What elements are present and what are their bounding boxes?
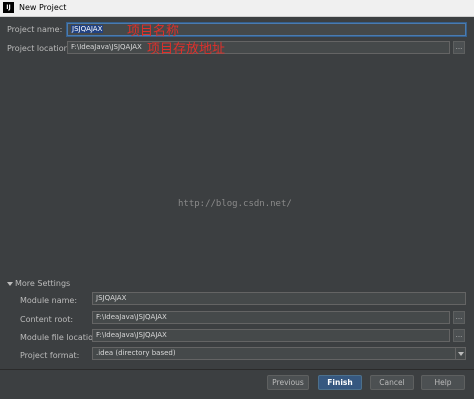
module-file-location-value: F:\IdeaJava\JSJQAJAX xyxy=(96,331,167,339)
project-name-label: Project name: xyxy=(7,25,63,34)
content-root-value: F:\IdeaJava\JSJQAJAX xyxy=(96,313,167,321)
dropdown-arrow-icon[interactable] xyxy=(455,347,466,360)
more-settings-toggle[interactable]: More Settings xyxy=(7,279,70,288)
module-file-location-input[interactable]: F:\IdeaJava\JSJQAJAX xyxy=(92,329,450,342)
intellij-icon: IJ xyxy=(3,2,14,13)
module-file-location-browse-button[interactable]: ... xyxy=(453,329,465,342)
module-name-label: Module name: xyxy=(20,296,78,305)
module-name-value: JSJQAJAX xyxy=(96,294,127,302)
project-format-value: .idea (directory based) xyxy=(96,349,176,357)
content-root-browse-button[interactable]: ... xyxy=(453,311,465,324)
finish-button[interactable]: Finish xyxy=(318,375,362,390)
title-bar: IJ New Project xyxy=(0,0,474,17)
project-location-browse-button[interactable]: ... xyxy=(453,41,465,54)
project-format-select[interactable]: .idea (directory based) xyxy=(92,347,466,360)
more-settings-label: More Settings xyxy=(15,279,71,288)
cancel-button[interactable]: Cancel xyxy=(370,375,414,390)
watermark: http://blog.csdn.net/ xyxy=(178,199,292,209)
button-bar-divider xyxy=(0,369,474,370)
content-root-label: Content root: xyxy=(20,315,74,324)
content-root-input[interactable]: F:\IdeaJava\JSJQAJAX xyxy=(92,311,450,324)
module-name-input[interactable]: JSJQAJAX xyxy=(92,292,466,305)
project-format-label: Project format: xyxy=(20,351,80,360)
project-name-value: JSJQAJAX xyxy=(71,25,104,33)
project-location-label: Project location: xyxy=(7,44,72,53)
module-file-location-label: Module file location: xyxy=(20,333,101,342)
window-title: New Project xyxy=(19,3,67,12)
project-name-annotation: 项目名称 xyxy=(127,24,180,39)
project-location-value: F:\IdeaJava\JSJQAJAX xyxy=(71,43,142,51)
chevron-down-icon xyxy=(7,281,13,286)
help-button[interactable]: Help xyxy=(421,375,465,390)
project-location-input[interactable]: F:\IdeaJava\JSJQAJAX xyxy=(67,41,450,54)
project-location-annotation: 项目存放地址 xyxy=(147,42,226,57)
previous-button[interactable]: Previous xyxy=(267,375,309,390)
